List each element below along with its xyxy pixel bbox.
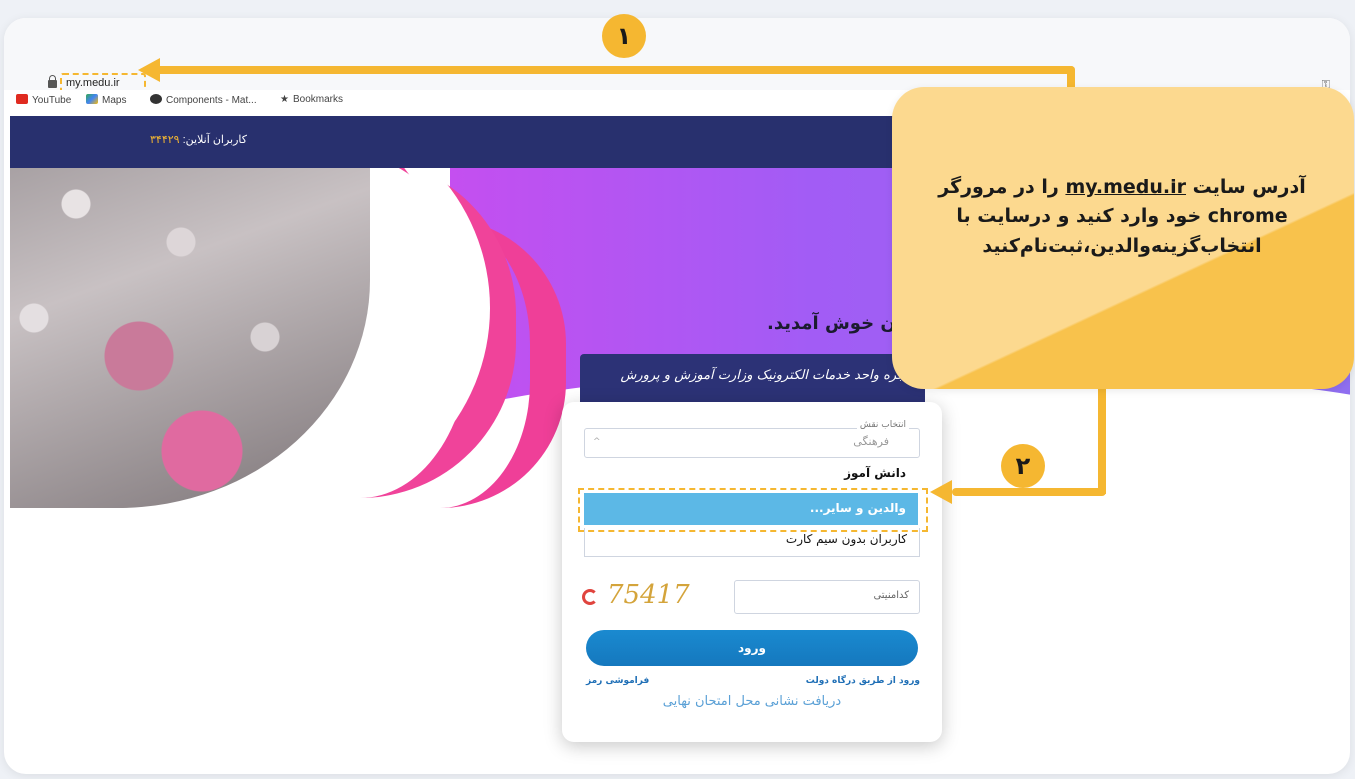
instruction-text: آدرس سایت my.medu.ir را در مرورگر chrome… <box>938 176 1306 257</box>
lock-icon <box>48 75 57 88</box>
step2-arrow-vertical <box>1098 384 1106 494</box>
role-selected-value: فرهنگی <box>853 435 889 448</box>
exam-location-link[interactable]: دریافت نشانی محل امتحان نهایی <box>562 694 942 709</box>
forgot-password-link[interactable]: فراموشی رمز <box>586 676 649 686</box>
login-card: انتخاب نقش فرهنگی ^ دانش آموز والدین و س… <box>562 402 942 742</box>
role-option-no-sim[interactable]: کاربران بدون سیم کارت <box>584 528 920 557</box>
maps-icon <box>86 94 98 104</box>
step2-arrow <box>952 488 1106 496</box>
star-icon: ★ <box>280 94 289 105</box>
github-icon <box>150 94 162 104</box>
youtube-icon <box>16 94 28 104</box>
bookmark-youtube[interactable]: YouTube <box>16 94 71 106</box>
service-title: پنجره واحد خدمات الکترونیک وزارت آموزش و… <box>620 368 913 383</box>
bookmark-components[interactable]: Components - Mat... <box>150 94 257 106</box>
arrow-left-icon <box>138 58 160 82</box>
login-button[interactable]: ورود <box>586 630 918 666</box>
step1-badge: ۱ <box>602 14 646 58</box>
bookmark-folder[interactable]: ★ Bookmarks <box>280 94 343 105</box>
security-code-input[interactable]: کدامنیتی <box>734 580 920 614</box>
captcha-image: 75417 <box>607 580 690 610</box>
service-title-bar: پنجره واحد خدمات الکترونیک وزارت آموزش و… <box>580 354 925 404</box>
step1-arrow <box>150 66 1075 74</box>
role-option-student[interactable]: دانش آموز <box>584 462 918 486</box>
security-code-placeholder: کدامنیتی <box>873 590 909 601</box>
instruction-callout: آدرس سایت my.medu.ir را در مرورگر chrome… <box>892 87 1354 389</box>
refresh-captcha-icon[interactable] <box>582 589 598 605</box>
address-bar: my.medu.ir ⚿ <box>4 18 1350 101</box>
bookmark-maps[interactable]: Maps <box>86 94 126 106</box>
online-users: کاربران آنلاین: ۳۴۴۲۹ <box>150 134 248 146</box>
step2-badge: ۲ <box>1001 444 1045 488</box>
chevron-up-icon: ^ <box>593 437 601 447</box>
role-legend: انتخاب نقش <box>856 420 909 430</box>
gov-gateway-link[interactable]: ورود از طریق درگاه دولت <box>806 676 920 686</box>
welcome-text: ن خوش آمدید. <box>767 313 896 334</box>
parents-highlight-box <box>578 488 928 532</box>
arrow-left-icon <box>930 480 952 504</box>
role-select[interactable]: انتخاب نقش فرهنگی ^ <box>584 420 920 458</box>
